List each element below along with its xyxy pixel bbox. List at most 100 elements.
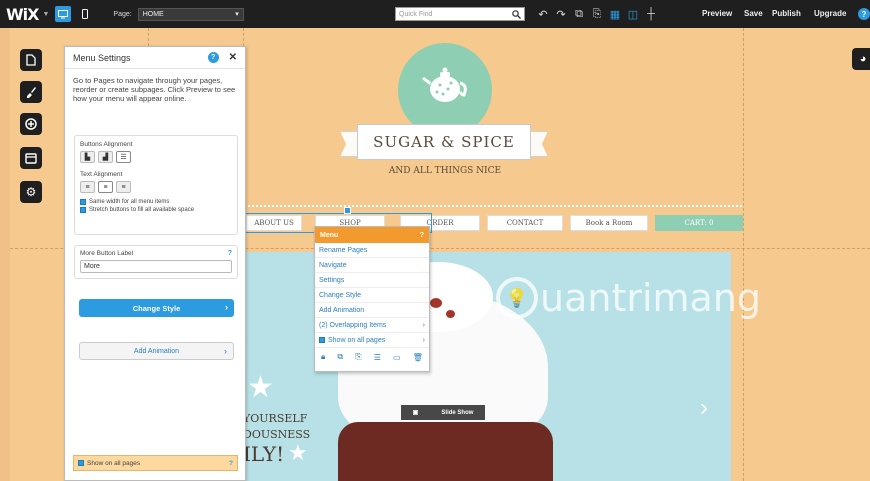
ctx-item-navigate[interactable]: Navigate [315,258,429,273]
page-select-value: HOME [142,10,164,18]
chevron-down-icon: ▾ [235,11,239,18]
search-icon[interactable] [512,9,521,19]
checkbox-checked[interactable] [80,207,86,213]
chevron-down-icon[interactable]: ▼ [42,11,49,18]
page-label: Page: [113,10,132,18]
save-button[interactable]: Save [744,9,763,18]
layers-icon[interactable]: ☰ [374,353,381,362]
chevron-right-icon: › [422,321,425,329]
quick-find-placeholder: Quick Find [399,10,433,18]
wix-logo[interactable]: WiX [6,5,39,24]
star-icon: ★ [288,440,308,465]
menu-context-popup: Menu ? Rename Pages Navigate Settings Ch… [314,226,430,372]
checkbox-checked[interactable] [78,460,84,466]
alignment-box: Buttons Alignment ▙ ▟ ☰ Text Alignment ≡… [74,135,238,235]
next-arrow-icon[interactable]: › [700,394,708,422]
ctx-item-add-animation[interactable]: Add Animation [315,303,429,318]
more-label-box: More Button Label ? More [74,245,238,279]
add-animation-button[interactable]: Add Animation › [79,342,234,360]
cupcake-base [338,422,553,481]
site-title: SUGAR & SPICE [357,124,531,160]
lock-icon[interactable]: 🔒︎ [321,352,325,362]
text-alignment-row: ≡ ≡ ≡ [80,181,232,193]
toolbar-icons: ↶ ↷ ⧉ ⎘ ▦ ◫ ┼ [536,6,658,22]
watermark-text: uantrimang [540,276,762,320]
close-icon[interactable]: ✕ [229,52,237,63]
checkbox-checked[interactable] [80,199,86,205]
same-width-checkbox[interactable]: Same width for all menu items [80,199,232,205]
image-icon: ▣ [412,410,419,416]
rulers-icon[interactable]: ┼ [644,6,658,22]
ctx-item-overlapping-items[interactable]: (2) Overlapping Items › [315,318,429,333]
help-icon[interactable]: ? [207,52,219,63]
lightbulb-icon: 💡 [496,277,538,319]
stretch-checkbox[interactable]: Stretch buttons to fill all available sp… [80,207,232,213]
help-icon[interactable]: ? [229,460,233,467]
help-icon[interactable]: ? [858,8,870,20]
paste-icon[interactable]: ⎘ [590,6,604,22]
ctx-item-show-on-all-pages[interactable]: Show on all pages › [315,333,429,348]
more-label-row: More Button Label ? [80,250,232,257]
text-center-icon[interactable]: ≡ [98,181,113,193]
ctx-label: Change Style [319,291,362,299]
ctx-label: Settings [319,276,345,284]
cake-crumb [446,310,455,318]
buttons-alignment-label: Buttons Alignment [80,141,133,148]
align-justify-icon[interactable]: ☰ [116,151,131,163]
dotted-divider [244,205,742,207]
ctx-item-change-style[interactable]: Change Style [315,288,429,303]
show-on-all-pages-row[interactable]: Show on all pages ? [73,455,238,471]
copy-icon[interactable]: ⧉ [337,352,343,362]
ctx-label: Navigate [319,261,347,269]
watermark: 💡 uantrimang [496,276,761,320]
slide-show-badge[interactable]: ▣ Slide Show [401,405,485,420]
redo-icon[interactable]: ↷ [554,6,568,22]
mobile-view-icon[interactable] [77,6,93,22]
undo-icon[interactable]: ↶ [536,6,550,22]
help-icon[interactable]: ? [228,250,232,257]
paint-icon[interactable]: ◕ [852,48,870,70]
ctx-item-settings[interactable]: Settings [315,273,429,288]
left-edge [0,28,10,481]
change-style-label: Change Style [132,303,181,313]
align-center-icon[interactable]: ▟ [98,151,113,163]
snap-icon[interactable]: ◫ [626,6,640,22]
grid-icon[interactable]: ▦ [608,6,622,22]
page-select[interactable]: HOME ▾ [137,7,244,21]
hero-text-line: YOURSELF [243,412,308,425]
ctx-item-rename-pages[interactable]: Rename Pages [315,243,429,258]
quick-find-input[interactable]: Quick Find [395,7,525,21]
mobile-icon[interactable]: ▭ [393,353,401,362]
pages-icon[interactable] [20,49,42,71]
checkbox-checked[interactable] [319,337,325,343]
paste-icon[interactable]: ⎘ [355,352,361,362]
preview-button[interactable]: Preview [702,9,732,18]
ctx-check-group: Show on all pages [319,337,385,344]
cake-crumb [430,298,442,308]
design-brush-icon[interactable] [20,81,42,103]
nav-item-cart[interactable]: CART: 0 [655,215,743,231]
drag-handle[interactable] [344,207,351,214]
site-tagline: AND ALL THINGS NICE [388,166,502,176]
more-label-input[interactable]: More [80,260,232,273]
delete-icon[interactable]: 🗑︎ [413,353,423,362]
help-icon[interactable]: ? [420,232,424,239]
add-icon[interactable] [20,113,42,135]
publish-button[interactable]: Publish [772,9,801,18]
change-style-button[interactable]: Change Style › [79,299,234,317]
nav-item-book[interactable]: Book a Room [570,215,648,231]
text-right-icon[interactable]: ≡ [116,181,131,193]
text-left-icon[interactable]: ≡ [80,181,95,193]
app-market-icon[interactable] [20,147,42,169]
chevron-right-icon: › [422,336,425,344]
nav-item-contact[interactable]: CONTACT [487,215,563,231]
hero-text-line: ILY! [243,442,285,466]
align-left-icon[interactable]: ▙ [80,151,95,163]
context-title: Menu [320,231,339,239]
copy-icon[interactable]: ⧉ [572,6,586,22]
settings-gear-icon[interactable]: ⚙ [20,181,42,203]
upgrade-button[interactable]: Upgrade [814,9,846,18]
star-icon: ★ [247,371,274,404]
desktop-view-icon[interactable] [55,6,72,22]
add-animation-label: Add Animation [133,347,180,355]
